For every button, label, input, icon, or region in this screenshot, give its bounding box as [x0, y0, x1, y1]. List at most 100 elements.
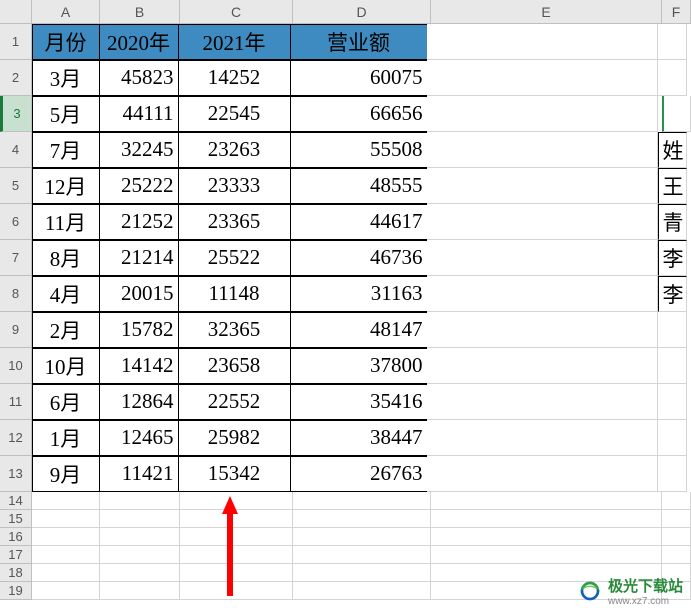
cell-f15[interactable] — [662, 510, 691, 528]
cell-e8[interactable] — [427, 276, 658, 312]
cell-f6[interactable]: 青 — [658, 204, 687, 240]
cell-c5[interactable]: 23333 — [178, 168, 291, 204]
cell-d9[interactable]: 48147 — [290, 312, 428, 348]
row-header-8[interactable]: 8 — [0, 276, 32, 312]
cell-c17[interactable] — [180, 546, 293, 564]
cell-e16[interactable] — [431, 528, 662, 546]
cell-c19[interactable] — [180, 582, 293, 600]
row-header-11[interactable]: 11 — [0, 384, 32, 420]
cell-a18[interactable] — [32, 564, 100, 582]
cell-a8[interactable]: 4月 — [32, 276, 100, 312]
cell-a10[interactable]: 10月 — [32, 348, 100, 384]
row-header-4[interactable]: 4 — [0, 132, 32, 168]
cell-a9[interactable]: 2月 — [32, 312, 100, 348]
cell-e5[interactable] — [427, 168, 658, 204]
cell-f13[interactable] — [658, 456, 687, 492]
cell-a19[interactable] — [32, 582, 100, 600]
col-header-e[interactable]: E — [431, 0, 662, 24]
cell-e13[interactable] — [427, 456, 658, 492]
cell-a5[interactable]: 12月 — [32, 168, 100, 204]
row-header-12[interactable]: 12 — [0, 420, 32, 456]
row-header-13[interactable]: 13 — [0, 456, 32, 492]
cell-f8[interactable]: 李 — [658, 276, 687, 312]
cell-e15[interactable] — [431, 510, 662, 528]
cell-e7[interactable] — [427, 240, 658, 276]
cell-d6[interactable]: 44617 — [290, 204, 428, 240]
cell-f3[interactable] — [662, 96, 691, 132]
cell-d5[interactable]: 48555 — [290, 168, 428, 204]
cell-a6[interactable]: 11月 — [32, 204, 100, 240]
cell-b8[interactable]: 20015 — [99, 276, 179, 312]
cell-c3[interactable]: 22545 — [178, 96, 291, 132]
cell-b18[interactable] — [100, 564, 180, 582]
cell-d14[interactable] — [293, 492, 431, 510]
row-header-9[interactable]: 9 — [0, 312, 32, 348]
row-header-5[interactable]: 5 — [0, 168, 32, 204]
cell-d7[interactable]: 46736 — [290, 240, 428, 276]
cell-a15[interactable] — [32, 510, 100, 528]
cell-e11[interactable] — [427, 384, 658, 420]
header-month[interactable]: 月份 — [32, 24, 100, 60]
cell-b7[interactable]: 21214 — [99, 240, 179, 276]
cell-c4[interactable]: 23263 — [178, 132, 291, 168]
cell-a14[interactable] — [32, 492, 100, 510]
row-header-10[interactable]: 10 — [0, 348, 32, 384]
cell-d4[interactable]: 55508 — [290, 132, 428, 168]
col-header-d[interactable]: D — [293, 0, 431, 24]
cell-b4[interactable]: 32245 — [99, 132, 179, 168]
row-header-18[interactable]: 18 — [0, 564, 32, 582]
cell-c11[interactable]: 22552 — [178, 384, 291, 420]
cell-b11[interactable]: 12864 — [99, 384, 179, 420]
cell-c18[interactable] — [180, 564, 293, 582]
cell-c10[interactable]: 23658 — [178, 348, 291, 384]
cell-d3[interactable]: 66656 — [290, 96, 428, 132]
cell-e3[interactable] — [427, 96, 658, 132]
header-2021[interactable]: 2021年 — [178, 24, 291, 60]
cell-b16[interactable] — [100, 528, 180, 546]
cell-c6[interactable]: 23365 — [178, 204, 291, 240]
cell-a3[interactable]: 5月 — [32, 96, 100, 132]
cell-c2[interactable]: 14252 — [178, 60, 291, 96]
cell-b9[interactable]: 15782 — [99, 312, 179, 348]
cell-c13[interactable]: 15342 — [178, 456, 291, 492]
row-header-19[interactable]: 19 — [0, 582, 32, 600]
cell-d13[interactable]: 26763 — [290, 456, 428, 492]
cell-f5[interactable]: 王 — [658, 168, 687, 204]
cell-e2[interactable] — [427, 60, 658, 96]
cell-d12[interactable]: 38447 — [290, 420, 428, 456]
cell-e6[interactable] — [427, 204, 658, 240]
cell-f7[interactable]: 李 — [658, 240, 687, 276]
cell-f17[interactable] — [662, 546, 691, 564]
cell-f2[interactable] — [658, 60, 687, 96]
cell-b14[interactable] — [100, 492, 180, 510]
col-header-c[interactable]: C — [180, 0, 293, 24]
row-header-6[interactable]: 6 — [0, 204, 32, 240]
row-header-14[interactable]: 14 — [0, 492, 32, 510]
cell-b17[interactable] — [100, 546, 180, 564]
col-header-b[interactable]: B — [100, 0, 180, 24]
row-header-17[interactable]: 17 — [0, 546, 32, 564]
cell-b19[interactable] — [100, 582, 180, 600]
cell-b2[interactable]: 45823 — [99, 60, 179, 96]
header-revenue[interactable]: 营业额 — [290, 24, 428, 60]
cell-f1[interactable] — [658, 24, 687, 60]
cell-c16[interactable] — [180, 528, 293, 546]
cell-b3[interactable]: 44111 — [99, 96, 179, 132]
row-header-16[interactable]: 16 — [0, 528, 32, 546]
cell-f16[interactable] — [662, 528, 691, 546]
cell-d17[interactable] — [293, 546, 431, 564]
cell-b13[interactable]: 11421 — [99, 456, 179, 492]
header-2020[interactable]: 2020年 — [99, 24, 179, 60]
cell-d18[interactable] — [293, 564, 431, 582]
row-header-3[interactable]: 3 — [0, 96, 32, 132]
cell-a2[interactable]: 3月 — [32, 60, 100, 96]
cell-e14[interactable] — [431, 492, 662, 510]
cell-a17[interactable] — [32, 546, 100, 564]
cell-e12[interactable] — [427, 420, 658, 456]
cell-a4[interactable]: 7月 — [32, 132, 100, 168]
cell-d15[interactable] — [293, 510, 431, 528]
row-header-7[interactable]: 7 — [0, 240, 32, 276]
cell-e17[interactable] — [431, 546, 662, 564]
cell-a13[interactable]: 9月 — [32, 456, 100, 492]
col-header-a[interactable]: A — [32, 0, 100, 24]
